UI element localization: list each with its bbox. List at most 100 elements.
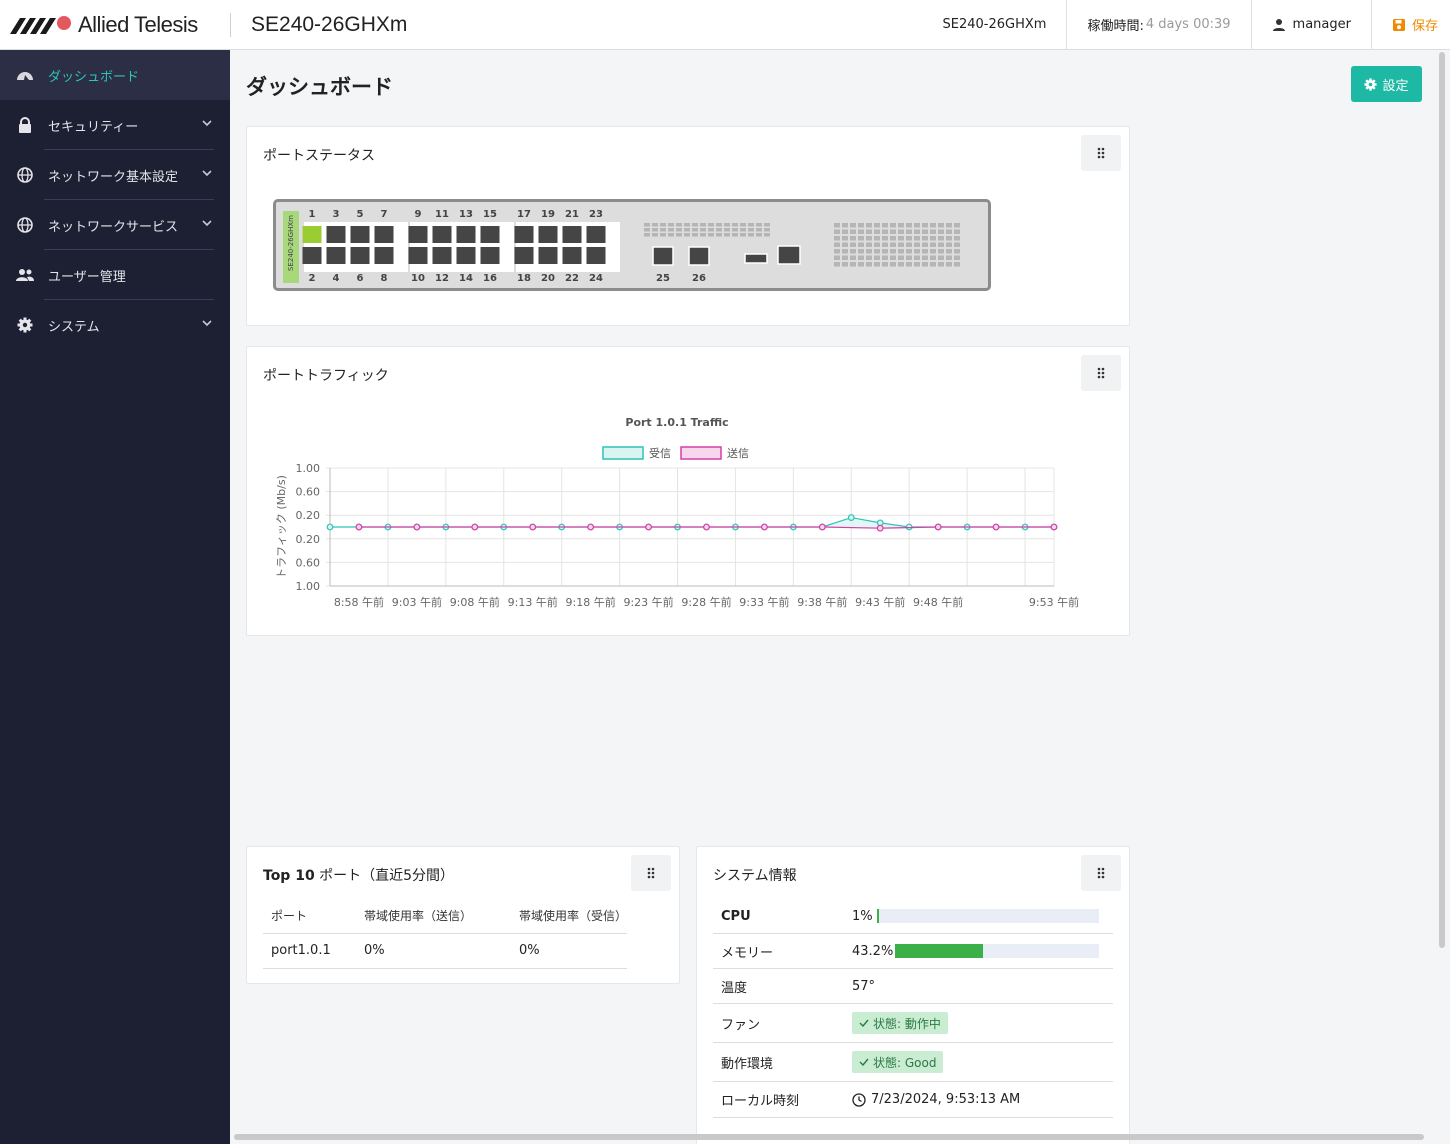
sidebar-item-security[interactable]: セキュリティー	[0, 100, 230, 150]
environment-row: 動作環境 状態: Good	[713, 1043, 1113, 1082]
vent-slot	[858, 236, 864, 241]
data-point[interactable]	[818, 523, 826, 531]
data-point[interactable]	[847, 514, 855, 521]
port-20[interactable]	[538, 247, 558, 264]
port-7[interactable]	[374, 226, 394, 243]
legend-swatch-rx	[602, 446, 644, 460]
port-21[interactable]	[562, 226, 582, 243]
sidebar-item-label: ネットワーク基本設定	[48, 169, 179, 185]
data-point[interactable]	[355, 523, 363, 531]
port-11[interactable]	[432, 226, 452, 243]
dashboard-settings-button[interactable]: 設定	[1351, 66, 1422, 102]
port-14[interactable]	[456, 247, 476, 264]
sidebar-item-network-basic[interactable]: ネットワーク基本設定	[0, 150, 230, 200]
data-point[interactable]	[529, 523, 537, 531]
port-2[interactable]	[302, 247, 322, 264]
vent-slot	[716, 228, 722, 232]
port-5[interactable]	[350, 226, 370, 243]
port-1[interactable]	[302, 226, 322, 243]
data-point[interactable]	[645, 523, 652, 531]
data-point[interactable]	[587, 523, 595, 531]
vertical-scrollbar[interactable]	[1439, 52, 1445, 948]
vent-slot	[898, 242, 904, 247]
data-point[interactable]	[413, 523, 421, 531]
vent-slot	[850, 249, 856, 254]
brand-name: Allied Telesis	[78, 11, 198, 37]
port-16[interactable]	[480, 247, 500, 264]
data-point[interactable]	[934, 523, 942, 531]
vent-slot	[748, 233, 754, 237]
check-icon	[859, 1058, 869, 1066]
vent-slot	[700, 233, 706, 237]
fan-label: ファン	[721, 1017, 761, 1033]
data-point[interactable]	[471, 523, 479, 531]
cpu-usage-fill	[877, 909, 880, 923]
port-26[interactable]	[688, 246, 710, 266]
vent-slot	[834, 249, 840, 254]
sidebar-item-system[interactable]: システム	[0, 300, 230, 350]
vent-slot	[676, 228, 682, 232]
data-point[interactable]	[876, 524, 884, 532]
data-point[interactable]	[703, 523, 710, 531]
vent-slot	[858, 249, 864, 254]
vent-slot	[922, 255, 928, 260]
port-3[interactable]	[326, 226, 346, 243]
x-tick-label: 9:43 午前	[855, 595, 905, 609]
clock-icon	[852, 1092, 866, 1107]
cpu-row: CPU 1%	[713, 899, 1113, 934]
globe-icon	[16, 216, 34, 234]
save-label: 保存	[1411, 19, 1438, 34]
vent-slot	[866, 236, 872, 241]
sidebar-item-network-services[interactable]: ネットワークサービス	[0, 200, 230, 250]
data-point[interactable]	[992, 523, 1000, 531]
port-23[interactable]	[586, 226, 606, 243]
save-button[interactable]: 保存	[1370, 0, 1450, 50]
environment-label: 動作環境	[721, 1056, 774, 1072]
user-menu[interactable]: manager	[1250, 0, 1371, 50]
vent-slot	[898, 255, 904, 260]
table-cell-rx: 0%	[511, 933, 628, 969]
port-25[interactable]	[652, 246, 674, 266]
vent-slot	[938, 229, 944, 234]
table-row[interactable]: port1.0.1 0% 0%	[263, 933, 628, 969]
port-18[interactable]	[514, 247, 534, 264]
temperature-label: 温度	[721, 980, 748, 996]
port-6[interactable]	[350, 247, 370, 264]
port-8[interactable]	[374, 247, 394, 264]
card-menu-button[interactable]	[631, 855, 671, 891]
port-10[interactable]	[408, 247, 428, 264]
horizontal-scrollbar[interactable]	[234, 1134, 1424, 1140]
chevron-down-icon	[202, 320, 212, 327]
card-menu-button[interactable]	[1081, 135, 1121, 171]
data-point[interactable]	[1050, 523, 1058, 531]
port-9[interactable]	[408, 226, 428, 243]
brand-logo[interactable]: Allied Telesis	[0, 0, 230, 50]
port-number-label: 8	[381, 273, 388, 284]
vent-slot	[660, 233, 666, 237]
system-info-card: システム情報 CPU 1% メモリー 43.2% 温度 57° ファン 状態: …	[696, 846, 1130, 1144]
sidebar-item-dashboard[interactable]: ダッシュボード	[0, 50, 230, 100]
data-point[interactable]	[326, 523, 334, 531]
vent-slot	[946, 249, 952, 254]
port-12[interactable]	[432, 247, 452, 264]
vent-slot	[724, 228, 730, 232]
vent-slot	[930, 242, 936, 247]
card-menu-button[interactable]	[1081, 855, 1121, 891]
vent-slot	[954, 255, 960, 260]
vent-slot	[874, 223, 880, 228]
memory-label: メモリー	[721, 945, 774, 961]
port-22[interactable]	[562, 247, 582, 264]
port-4[interactable]	[326, 247, 346, 264]
port-13[interactable]	[456, 226, 476, 243]
port-17[interactable]	[514, 226, 534, 243]
sidebar-item-user-management[interactable]: ユーザー管理	[0, 250, 230, 300]
data-point[interactable]	[761, 523, 768, 531]
port-19[interactable]	[538, 226, 558, 243]
port-15[interactable]	[480, 226, 500, 243]
vent-slot	[700, 223, 706, 227]
port-24[interactable]	[586, 247, 606, 264]
vent-slot	[850, 255, 856, 260]
y-tick-label: 0.20	[296, 533, 321, 546]
vent-slot	[890, 236, 896, 241]
table-cell-tx: 0%	[356, 933, 511, 969]
